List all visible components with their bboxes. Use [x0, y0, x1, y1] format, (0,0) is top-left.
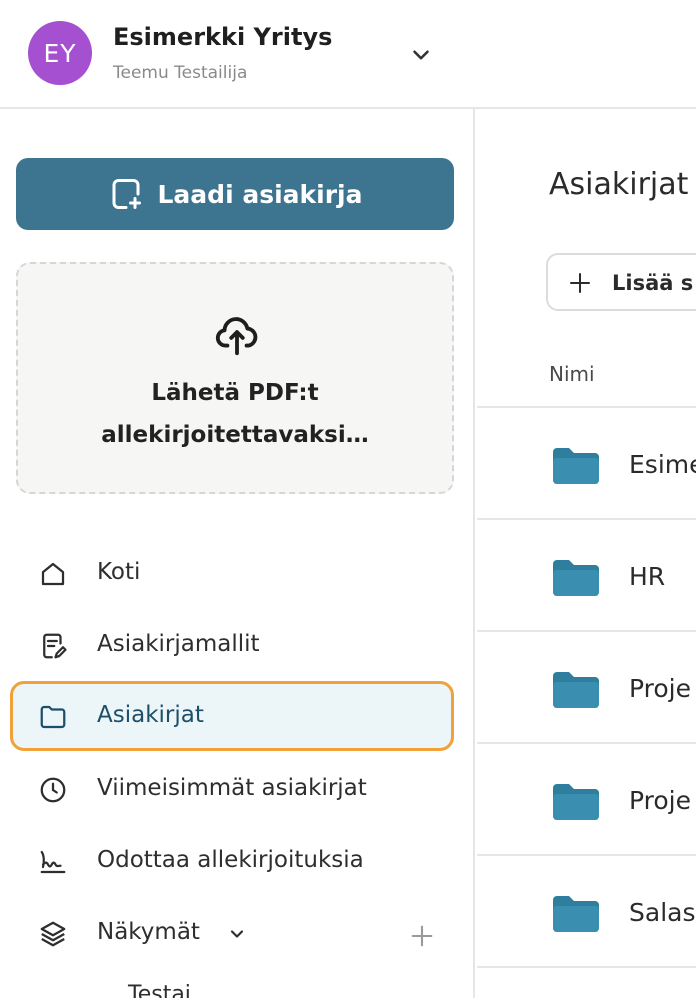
sidebar-item-awaiting-signatures[interactable]: Odottaa allekirjoituksia	[10, 826, 454, 896]
column-header-name[interactable]: Nimi	[549, 362, 595, 386]
folder-row[interactable]: Salas	[477, 854, 696, 966]
sidebar-item-label: Asiakirjat	[97, 702, 204, 728]
plus-icon	[570, 273, 590, 293]
sidebar-item-label: Koti	[97, 559, 141, 585]
folder-name: Salas	[629, 898, 696, 927]
template-icon	[43, 633, 67, 659]
pdf-upload-dropzone[interactable]: Lähetä PDF:t allekirjoitettavaksi…	[16, 262, 454, 494]
folder-icon	[553, 448, 599, 484]
folder-icon	[553, 784, 599, 820]
folder-icon	[553, 560, 599, 596]
folder-icon	[40, 705, 66, 729]
sidebar-item-label: Näkymät	[97, 919, 200, 945]
user-name: Teemu Testailija	[113, 63, 248, 83]
documents-panel: Asiakirjat Lisää s Nimi Esime HR Proje P…	[477, 109, 696, 998]
sidebar: Laadi asiakirja Lähetä PDF:t allekirjoit…	[0, 109, 475, 998]
page-title: Asiakirjat	[549, 167, 689, 202]
account-header[interactable]: EY Esimerkki Yritys Teemu Testailija	[0, 0, 696, 109]
add-view-icon[interactable]	[408, 922, 436, 950]
new-document-icon	[112, 179, 141, 209]
folder-name: Esime	[629, 450, 696, 479]
dropzone-text: Lähetä PDF:t allekirjoitettavaksi…	[101, 380, 369, 448]
avatar: EY	[28, 21, 92, 85]
compose-label: Laadi asiakirja	[157, 179, 363, 209]
folder-icon	[553, 896, 599, 932]
chevron-down-icon[interactable]	[408, 42, 434, 68]
folder-row[interactable]: Esime	[477, 406, 696, 518]
home-icon	[41, 562, 65, 586]
folder-icon	[553, 672, 599, 708]
add-button[interactable]: Lisää s	[546, 253, 696, 311]
signature-icon	[40, 850, 66, 874]
folder-row[interactable]: Proje	[477, 630, 696, 742]
folder-name: Proje	[629, 674, 691, 703]
folder-row[interactable]: HR	[477, 518, 696, 630]
sidebar-item-label: Asiakirjamallit	[97, 631, 260, 657]
add-button-label: Lisää s	[612, 271, 694, 295]
chevron-down-icon	[230, 930, 244, 938]
sidebar-item-label: Viimeisimmät asiakirjat	[97, 775, 367, 801]
sidebar-item-label: Odottaa allekirjoituksia	[97, 847, 364, 873]
folder-row-divider	[477, 966, 696, 998]
layers-icon	[40, 921, 66, 947]
sidebar-item-home[interactable]: Koti	[10, 538, 454, 608]
sidebar-item-views[interactable]: Näkymät	[10, 898, 454, 968]
sidebar-item-recent[interactable]: Viimeisimmät asiakirjat	[10, 754, 454, 824]
clock-icon	[40, 777, 66, 803]
cloud-upload-icon	[215, 317, 258, 356]
sidebar-item-documents[interactable]: Asiakirjat	[10, 681, 454, 751]
folder-row[interactable]: Proje	[477, 742, 696, 854]
company-name: Esimerkki Yritys	[113, 23, 333, 51]
sidebar-subitem-cut-off[interactable]: Testai	[128, 982, 191, 998]
sidebar-item-templates[interactable]: Asiakirjamallit	[10, 610, 454, 680]
folder-name: Proje	[629, 786, 691, 815]
compose-document-button[interactable]: Laadi asiakirja	[16, 158, 454, 230]
folder-name: HR	[629, 562, 666, 591]
